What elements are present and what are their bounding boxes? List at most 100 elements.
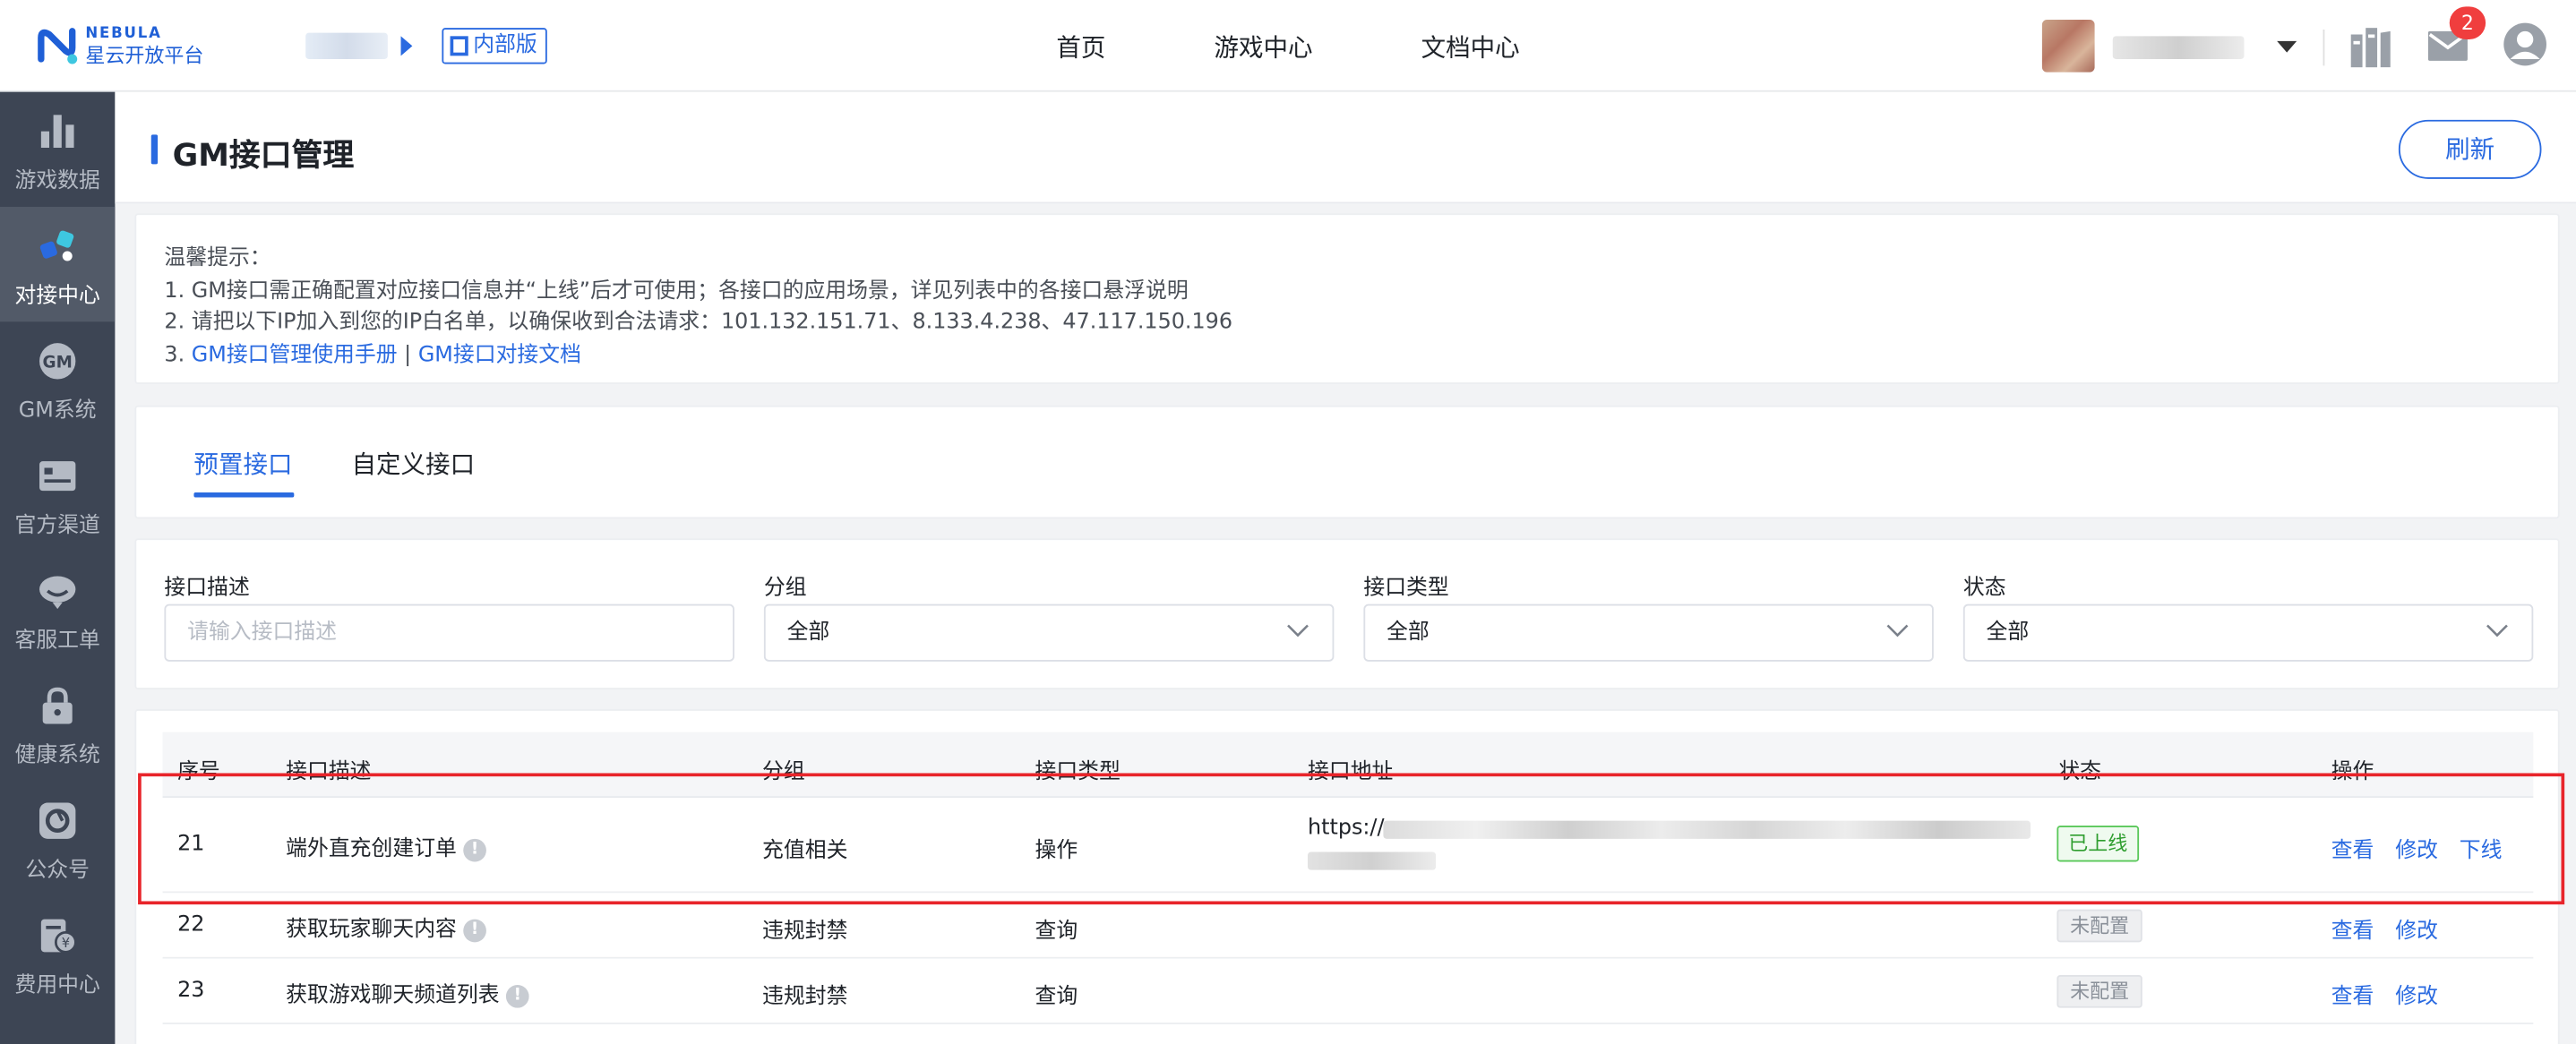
tips-heading: 温馨提示： [164, 245, 271, 271]
row-id: 23 [177, 978, 205, 1004]
row-group: 违规封禁 [762, 919, 848, 945]
headset-icon [39, 576, 76, 610]
mail-count-badge: 2 [2449, 6, 2486, 39]
shutter-icon [39, 802, 76, 839]
sidebar-item-label: 健康系统 [14, 743, 100, 768]
page-title: GM接口管理 [172, 137, 355, 175]
game-selector-arrow-icon[interactable] [400, 36, 413, 56]
group-filter-value: 全部 [786, 620, 830, 646]
row-desc: 获取玩家聊天内容! [286, 911, 486, 943]
nav-doc-center[interactable]: 文档中心 [1421, 30, 1520, 64]
lock-icon [42, 687, 73, 724]
gm-doc-link[interactable]: GM接口对接文档 [418, 343, 581, 368]
row-desc-text: 获取玩家聊天内容 [286, 917, 457, 943]
tab-bar: 预置接口 自定义接口 [134, 405, 2560, 519]
row-id: 22 [177, 912, 205, 937]
edit-button[interactable]: 修改 [2395, 979, 2438, 1010]
tips-line-3-prefix: 3. [164, 343, 192, 368]
top-navbar: NEBULA 星云开放平台 内部版 首页 游戏中心 文档中心 2 [0, 0, 2576, 92]
status-badge-unconfigured: 未配置 [2057, 909, 2142, 943]
sidebar-item-official-account[interactable]: 公众号 [0, 782, 115, 896]
type-filter-value: 全部 [1387, 620, 1430, 646]
sidebar-item-label: 对接中心 [14, 284, 100, 309]
svg-text:¥: ¥ [62, 936, 70, 951]
tips-line-1: 1. GM接口需正确配置对应接口信息并“上线”后才可使用；各接口的应用场景，详见… [164, 278, 1189, 304]
table-row: 23 获取游戏聊天频道列表! 违规封禁 查询 未配置 查看 修改 [162, 958, 2534, 1024]
row-type: 查询 [1035, 984, 1078, 1010]
tips-line-2: 2. 请把以下IP加入到您的IP白名单，以确保收到合法请求：101.132.15… [164, 310, 1233, 335]
sidebar-item-gm-system[interactable]: GM GM系统 [0, 321, 115, 436]
app-root: NEBULA 星云开放平台 内部版 首页 游戏中心 文档中心 2 游戏数据 对接… [0, 0, 2576, 1044]
sidebar-item-label: 官方渠道 [14, 513, 100, 539]
desc-filter-label: 接口描述 [164, 576, 250, 601]
nav-home[interactable]: 首页 [1056, 30, 1105, 64]
sidebar-item-label: 客服工单 [14, 629, 100, 654]
user-name-blurred[interactable] [2112, 36, 2245, 59]
bar-chart-icon [40, 115, 74, 148]
view-button[interactable]: 查看 [2331, 979, 2374, 1010]
tips-line-3: 3. GM接口管理使用手册 | GM接口对接文档 [164, 337, 581, 368]
gm-manual-link[interactable]: GM接口管理使用手册 [192, 343, 398, 368]
type-filter-label: 接口类型 [1363, 576, 1449, 601]
chevron-down-icon [1886, 624, 1909, 638]
svg-text:GM: GM [43, 354, 73, 372]
account-icon[interactable] [2502, 21, 2547, 67]
nav-game-center[interactable]: 游戏中心 [1214, 30, 1312, 64]
title-accent-bar [150, 134, 159, 165]
game-selector-blurred[interactable] [305, 32, 388, 59]
sidebar-item-label: 游戏数据 [14, 168, 100, 194]
view-button[interactable]: 查看 [2331, 912, 2374, 945]
sidebar-item-billing[interactable]: ¥ 费用中心 [0, 896, 115, 1011]
user-avatar[interactable] [2041, 19, 2095, 73]
status-filter-label: 状态 [1962, 576, 2006, 601]
row-type: 查询 [1035, 919, 1078, 945]
refresh-button[interactable]: 刷新 [2398, 119, 2542, 179]
desc-filter-input[interactable]: 请输入接口描述 [164, 603, 734, 662]
internal-version-badge[interactable]: 内部版 [442, 28, 547, 64]
status-filter-value: 全部 [1986, 620, 2030, 646]
sidebar-item-health-system[interactable]: 健康系统 [0, 666, 115, 781]
status-badge-unconfigured: 未配置 [2057, 974, 2142, 1008]
group-filter-label: 分组 [763, 576, 807, 601]
sidebar-item-label: 公众号 [25, 858, 90, 884]
filter-panel: 接口描述 请输入接口描述 分组 全部 接口类型 全部 状态 全部 [134, 538, 2560, 689]
user-menu-caret-icon[interactable] [2277, 40, 2297, 53]
sidebar-item-official-channel[interactable]: 官方渠道 [0, 437, 115, 552]
row-group: 违规封禁 [762, 984, 848, 1010]
logo-cn-text: 星云开放平台 [85, 43, 204, 67]
sidebar-item-label: 费用中心 [14, 973, 100, 998]
sidebar-item-label: GM系统 [18, 398, 97, 424]
sidebar-item-support-ticket[interactable]: 客服工单 [0, 552, 115, 666]
link-icon [39, 230, 74, 261]
page-header: GM接口管理 刷新 [115, 91, 2576, 204]
active-tab-indicator [193, 492, 295, 498]
tips-panel: 温馨提示： 1. GM接口需正确配置对应接口信息并“上线”后才可使用；各接口的应… [134, 213, 2560, 384]
bill-icon: ¥ [40, 919, 77, 954]
info-icon[interactable]: ! [463, 919, 486, 943]
nebula-logo-icon [38, 28, 78, 64]
group-filter-select[interactable]: 全部 [763, 603, 1335, 662]
sidebar-item-integration[interactable]: 对接中心 [0, 206, 116, 322]
books-icon[interactable] [2349, 23, 2392, 69]
type-filter-select[interactable]: 全部 [1363, 603, 1934, 662]
tips-link-separator: | [404, 343, 412, 368]
sidebar-item-game-data[interactable]: 游戏数据 [0, 92, 115, 207]
sidebar: 游戏数据 对接中心 GM GM系统 官方渠道 客服工单 健康系统 公众号 ¥ 费… [0, 91, 116, 1044]
header-divider [2323, 29, 2325, 66]
chevron-down-icon [1287, 624, 1309, 638]
internal-version-label: 内部版 [473, 32, 537, 58]
tab-custom-interfaces[interactable]: 自定义接口 [352, 447, 476, 482]
logo-en-text: NEBULA [85, 25, 162, 42]
status-filter-select[interactable]: 全部 [1962, 603, 2534, 662]
chevron-down-icon [2486, 624, 2508, 638]
info-icon[interactable]: ! [505, 984, 529, 1008]
card-icon [39, 461, 76, 492]
row-desc-text: 获取游戏聊天频道列表 [286, 983, 500, 1008]
platform-logo[interactable]: NEBULA 星云开放平台 [36, 23, 203, 69]
book-icon [450, 36, 468, 56]
row-desc: 获取游戏聊天频道列表! [286, 977, 529, 1008]
tab-preset-interfaces[interactable]: 预置接口 [193, 447, 292, 482]
highlight-box [138, 773, 2565, 905]
edit-button[interactable]: 修改 [2395, 912, 2438, 945]
gm-icon: GM [39, 343, 76, 380]
